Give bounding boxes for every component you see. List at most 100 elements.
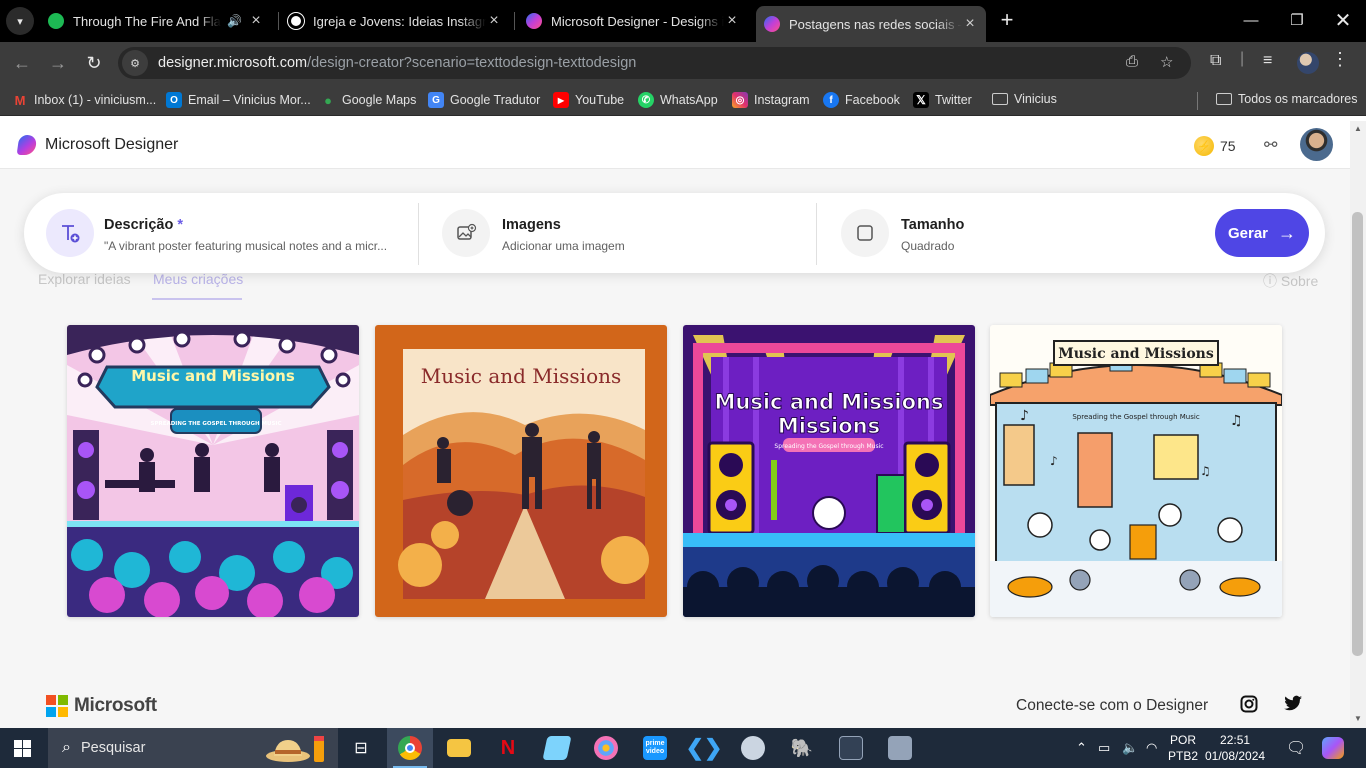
text-prompt-icon[interactable] xyxy=(46,209,94,257)
designer-logo-icon[interactable] xyxy=(16,135,38,155)
tab-postagens[interactable]: Postagens nas redes sociais – M × xyxy=(756,6,986,42)
all-bookmarks-folder[interactable]: Todos os marcadores xyxy=(1216,92,1358,106)
task-view-icon[interactable]: ⊟ xyxy=(338,728,384,768)
bookmark-whatsapp[interactable]: ✆ WhatsApp xyxy=(638,92,718,108)
description-value[interactable]: "A vibrant poster featuring musical note… xyxy=(104,239,394,253)
show-hidden-icons[interactable]: ⌃ xyxy=(1076,740,1087,756)
add-image-icon[interactable] xyxy=(442,209,490,257)
network-icon[interactable]: ◠ xyxy=(1146,740,1157,756)
design-card-4[interactable]: Music and Missions Spreading the Gospel … xyxy=(990,325,1282,617)
bookmark-instagram[interactable]: ◎ Instagram xyxy=(732,92,810,108)
media-control-icon[interactable]: ≡ xyxy=(1263,52,1272,70)
app-title[interactable]: Microsoft Designer xyxy=(45,136,178,154)
prompt-bar: Descrição * "A vibrant poster featuring … xyxy=(24,193,1325,273)
close-tab-icon[interactable]: × xyxy=(962,15,978,33)
taskbar-app-11[interactable] xyxy=(877,728,923,768)
images-label[interactable]: Imagens xyxy=(502,217,561,233)
forward-icon[interactable]: → xyxy=(44,50,72,76)
restore-icon[interactable]: ❐ xyxy=(1274,0,1320,40)
bookmark-folder-vinicius[interactable]: Vinicius xyxy=(992,92,1057,106)
taskbar-file-explorer[interactable] xyxy=(436,728,482,768)
tab-spotify[interactable]: Through The Fire And Flames 🔊 × xyxy=(40,6,272,36)
search-highlight-icon[interactable] xyxy=(264,734,328,764)
volume-icon[interactable]: 🔈 xyxy=(1122,740,1138,756)
bookmark-maps[interactable]: ● Google Maps xyxy=(320,92,416,108)
taskbar-prime-video[interactable]: prime video xyxy=(632,728,678,768)
bookmark-star-icon[interactable]: ☆ xyxy=(1160,53,1173,71)
menu-kebab-icon[interactable]: ⋮ xyxy=(1331,49,1349,70)
bookmarks-divider xyxy=(1197,92,1198,110)
scroll-down-icon[interactable]: ▼ xyxy=(1352,714,1364,723)
size-label[interactable]: Tamanho xyxy=(901,217,964,233)
share-link-icon[interactable]: ⚯ xyxy=(1264,135,1277,155)
taskbar-app-10[interactable] xyxy=(828,728,874,768)
tab-explore-ideas[interactable]: Explorar ideias xyxy=(38,271,131,287)
design-card-3[interactable]: Music and Missions Missions Spreading th… xyxy=(683,325,975,617)
back-icon[interactable]: ← xyxy=(8,50,36,76)
clock[interactable]: 22:51 01/08/2024 xyxy=(1205,732,1265,764)
taskbar-postgres[interactable]: 🐘 xyxy=(779,728,825,768)
site-info-icon[interactable]: ⚙ xyxy=(122,50,148,76)
taskbar-netflix[interactable]: N xyxy=(485,728,531,768)
boost-coin-icon[interactable]: ⚡ xyxy=(1194,136,1214,156)
notifications-icon[interactable]: 🗨 xyxy=(1286,738,1306,758)
close-tab-icon[interactable]: × xyxy=(248,12,264,30)
speaker-icon[interactable]: 🔊 xyxy=(227,14,242,28)
bookmark-gmail[interactable]: M Inbox (1) - viniciusm... xyxy=(12,92,157,108)
tab-title: Postagens nas redes sociais – M xyxy=(789,16,962,32)
close-tab-icon[interactable]: × xyxy=(486,12,502,30)
input-language[interactable]: POR PTB2 xyxy=(1168,732,1198,764)
extensions-icon[interactable]: ⧉ xyxy=(1210,52,1221,70)
twitter-icon[interactable] xyxy=(1283,695,1303,717)
size-sub[interactable]: Quadrado xyxy=(901,239,954,253)
square-size-icon[interactable] xyxy=(841,209,889,257)
address-bar[interactable]: ⚙ designer.microsoft.com/design-creator?… xyxy=(118,47,1191,79)
taskbar-app-4[interactable] xyxy=(534,728,580,768)
install-app-icon[interactable]: ⎙ xyxy=(1126,53,1138,70)
bookmark-twitter[interactable]: 𝕏 Twitter xyxy=(913,92,972,108)
close-window-icon[interactable]: ✕ xyxy=(1320,0,1366,40)
windows-start-icon[interactable] xyxy=(14,740,31,757)
url-text[interactable]: designer.microsoft.com/design-creator?sc… xyxy=(158,55,636,71)
bookmark-youtube[interactable]: ▶ YouTube xyxy=(553,92,624,108)
tab-search-button[interactable]: ▾ xyxy=(6,7,34,35)
bookmark-translate[interactable]: G Google Tradutor xyxy=(428,92,540,108)
close-tab-icon[interactable]: × xyxy=(724,12,740,30)
design-subtitle: Spreading the Gospel through Music xyxy=(774,443,883,450)
reload-icon[interactable]: ↻ xyxy=(80,50,108,76)
microsoft-footer-logo[interactable]: Microsoft xyxy=(46,695,157,717)
taskbar-paint[interactable] xyxy=(583,728,629,768)
tab-my-creations[interactable]: Meus criações xyxy=(153,271,243,287)
notes-icon xyxy=(542,736,572,760)
description-label[interactable]: Descrição * xyxy=(104,217,183,233)
tab-designer[interactable]: Microsoft Designer - Designs in × xyxy=(518,6,748,36)
battery-icon[interactable]: ▭ xyxy=(1098,740,1110,756)
svg-text:♪: ♪ xyxy=(1050,454,1058,468)
scroll-thumb[interactable] xyxy=(1352,212,1363,656)
images-sub[interactable]: Adicionar uma imagem xyxy=(502,239,625,253)
taskbar-vscode[interactable]: ❮❯ xyxy=(681,728,727,768)
tab-threads[interactable]: Igreja e Jovens: Ideias Instagram × xyxy=(280,6,510,36)
minimize-icon[interactable]: — xyxy=(1228,0,1274,40)
avatar[interactable] xyxy=(1300,128,1333,161)
description-label-text: Descrição xyxy=(104,217,174,233)
instagram-icon[interactable] xyxy=(1240,695,1258,718)
design-card-1[interactable]: Music and Missions SPREADING THE GOSPEL … xyxy=(67,325,359,617)
facebook-icon: f xyxy=(823,92,839,108)
paint-icon xyxy=(594,736,618,760)
arrow-right-icon: → xyxy=(1278,222,1297,243)
taskbar-app-8[interactable] xyxy=(730,728,776,768)
design-card-2[interactable]: Music and Missions xyxy=(375,325,667,617)
generate-button[interactable]: Gerar → xyxy=(1215,209,1309,257)
taskbar-chrome[interactable] xyxy=(387,728,433,768)
bookmark-outlook[interactable]: O Email – Vinicius Mor... xyxy=(166,92,311,108)
scroll-up-icon[interactable]: ▲ xyxy=(1352,124,1364,133)
bookmark-facebook[interactable]: f Facebook xyxy=(823,92,900,108)
profile-avatar-icon[interactable] xyxy=(1297,52,1319,74)
folder-icon xyxy=(1216,93,1232,105)
microsoft-wordmark: Microsoft xyxy=(74,695,157,716)
about-link[interactable]: ⓘ Sobre xyxy=(1263,271,1318,291)
new-tab-button[interactable]: + xyxy=(994,7,1020,33)
copilot-icon[interactable] xyxy=(1322,737,1344,759)
bookmark-label: Instagram xyxy=(754,93,810,107)
